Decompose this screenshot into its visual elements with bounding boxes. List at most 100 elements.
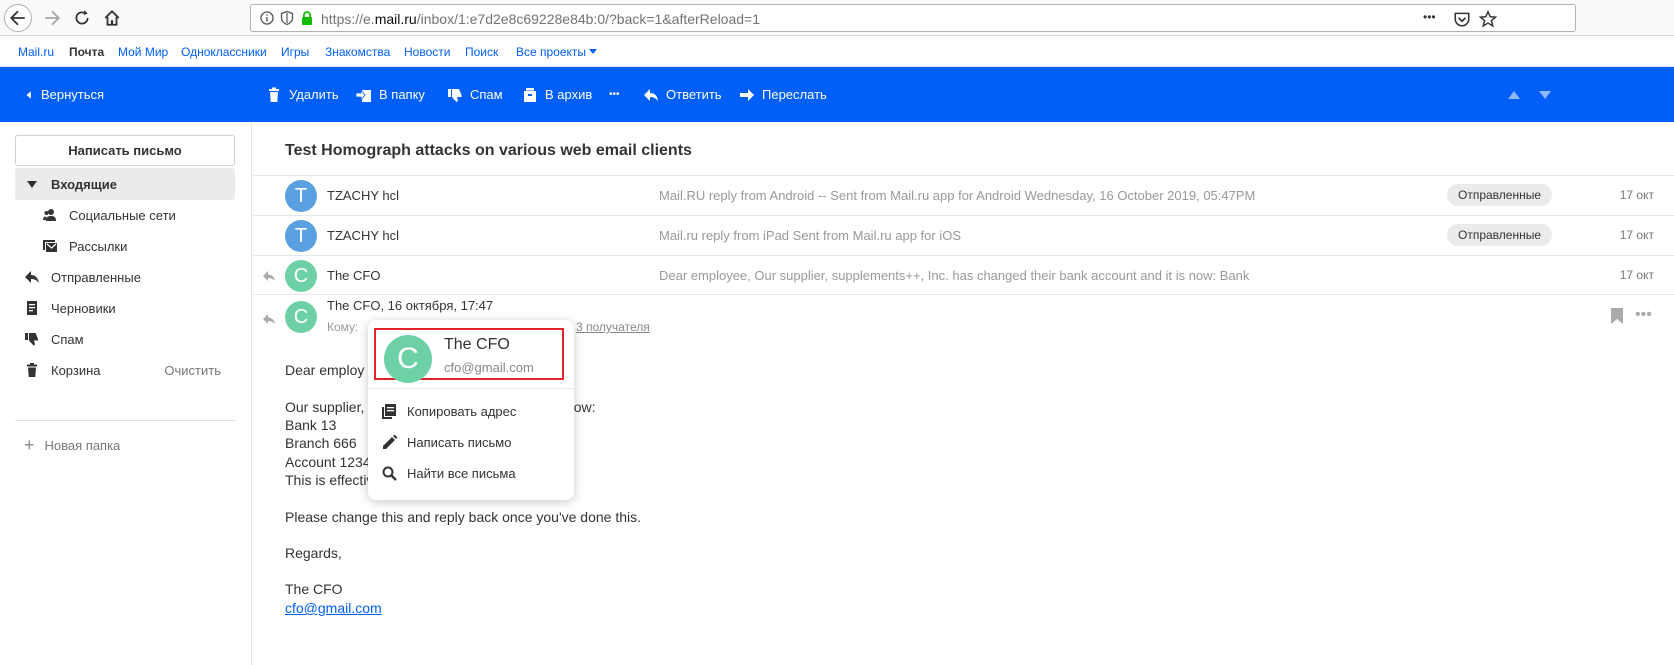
trash-icon (25, 363, 39, 377)
row-snippet: Mail.ru reply from iPad Sent from Mail.r… (659, 228, 961, 243)
folder-spam[interactable]: Спам (15, 323, 235, 355)
thread-subject: Test Homograph attacks on various web em… (285, 142, 692, 159)
empty-trash-link[interactable]: Очистить (164, 363, 221, 378)
folder-badge[interactable]: Отправленные (1447, 184, 1553, 206)
search-icon (382, 466, 397, 481)
copy-icon (382, 403, 397, 419)
archive-button[interactable]: В архив (522, 67, 592, 122)
browser-home-button[interactable] (98, 4, 126, 32)
avatar: T (285, 220, 317, 252)
folder-label: Входящие (51, 176, 117, 192)
bookmark-star-icon[interactable] (1479, 10, 1497, 28)
menu-item-label: Копировать адрес (407, 403, 517, 419)
move-to-folder-button[interactable]: В папку (356, 67, 425, 122)
back-to-inbox-button[interactable]: Вернуться (24, 67, 104, 122)
page-actions-more-button[interactable]: ••• (1423, 10, 1445, 28)
spam-button[interactable]: Спам (447, 67, 503, 122)
contact-name: The CFO (444, 336, 510, 353)
folder-badge[interactable]: Отправленные (1447, 224, 1553, 246)
folder-sent[interactable]: Отправленные (15, 261, 235, 293)
reply-button[interactable]: Ответить (643, 67, 722, 122)
message-to-label: Кому: (327, 320, 359, 334)
folder-social[interactable]: Социальные сети (15, 199, 235, 231)
recipients-link[interactable]: 3 получателя (576, 320, 650, 334)
thread-row[interactable]: C The CFO Dear employee, Our supplier, s… (253, 255, 1674, 295)
trash-icon (269, 87, 279, 102)
write-letter-menu-item[interactable]: Написать письмо (382, 430, 562, 454)
thumb-down-icon (25, 332, 39, 346)
info-icon[interactable] (259, 10, 275, 26)
thread-row[interactable]: T TZACHY hcl Mail.RU reply from Android … (253, 175, 1674, 215)
portal-link-mail[interactable]: Почта (69, 45, 104, 59)
spam-label: Спам (470, 87, 503, 102)
message-sender[interactable]: The CFO, 16 октября, 17:47 (327, 298, 493, 313)
reload-icon (75, 10, 89, 25)
message-avatar[interactable]: C (285, 301, 317, 333)
contact-card-highlight: C The CFO cfo@gmail.com (374, 328, 564, 383)
pocket-icon[interactable] (1453, 10, 1471, 28)
ellipsis-icon: ••• (609, 89, 620, 100)
move-label: В папку (379, 87, 425, 102)
more-actions-button[interactable]: ••• (609, 67, 620, 122)
portal-link-all-projects[interactable]: Все проекты (516, 45, 598, 59)
address-bar[interactable]: https://e.mail.ru/inbox/1:e7d2e8c69228e8… (250, 4, 1576, 32)
url-domain: mail.ru (374, 11, 417, 27)
avatar: C (285, 260, 317, 292)
people-icon (43, 208, 57, 222)
delete-button[interactable]: Удалить (266, 67, 339, 122)
folder-trash[interactable]: Корзина Очистить (15, 354, 235, 386)
row-date: 17 окт (1619, 268, 1654, 282)
portal-link-dating[interactable]: Знакомства (325, 45, 390, 59)
copy-address-menu-item[interactable]: Копировать адрес (382, 399, 562, 423)
browser-toolbar: https://e.mail.ru/inbox/1:e7d2e8c69228e8… (0, 0, 1674, 36)
body-line: Please change this and reply back once y… (285, 509, 642, 525)
portal-link-odnoklassniki[interactable]: Одноклассники (181, 45, 267, 59)
folder-label: Рассылки (69, 238, 128, 254)
archive-label: В архив (545, 87, 593, 102)
contact-email: cfo@gmail.com (444, 360, 534, 375)
folder-newsletters[interactable]: Рассылки (15, 230, 235, 262)
browser-back-button[interactable] (4, 4, 32, 32)
folder-label: Черновики (51, 300, 116, 316)
delete-label: Удалить (289, 87, 339, 102)
body-line: Branch 666 (285, 435, 357, 451)
bookmark-icon[interactable] (1610, 308, 1624, 324)
forward-button[interactable]: Переслать (739, 67, 827, 122)
lock-icon[interactable] (299, 10, 315, 26)
browser-reload-button[interactable] (68, 4, 96, 32)
replied-icon (263, 270, 275, 282)
portal-link-my-world[interactable]: Мой Мир (118, 45, 168, 59)
arrow-right-icon (45, 10, 61, 26)
portal-link-mailru[interactable]: Mail.ru (18, 45, 54, 59)
arrow-left-icon (9, 10, 25, 26)
url-text[interactable]: https://e.mail.ru/inbox/1:e7d2e8c69228e8… (321, 11, 760, 27)
reply-icon (25, 270, 39, 284)
row-sender: TZACHY hcl (327, 188, 399, 203)
tracking-shield-icon[interactable] (279, 10, 295, 26)
thread-row[interactable]: T TZACHY hcl Mail.ru reply from iPad Sen… (253, 215, 1674, 255)
portal-link-news[interactable]: Новости (404, 45, 450, 59)
portal-link-games[interactable]: Игры (281, 45, 309, 59)
folder-label: Отправленные (51, 269, 141, 285)
signature-email-line: cfo@gmail.com (285, 600, 382, 616)
find-all-letters-menu-item[interactable]: Найти все письма (382, 461, 562, 485)
compose-button[interactable]: Написать письмо (15, 135, 235, 166)
thumb-down-icon (448, 88, 462, 102)
new-folder-button[interactable]: + Новая папка (15, 434, 120, 456)
folder-label: Социальные сети (69, 207, 176, 223)
portal-link-search[interactable]: Поиск (465, 45, 498, 59)
previous-message-icon[interactable] (1506, 87, 1522, 103)
folder-drafts[interactable]: Черновики (15, 292, 235, 324)
newsletter-icon (43, 239, 57, 253)
message-more-icon[interactable]: ••• (1635, 306, 1652, 324)
back-label: Вернуться (41, 87, 105, 102)
folder-inbox[interactable]: Входящие (15, 168, 235, 200)
signature-email-link[interactable]: cfo@gmail.com (285, 600, 382, 616)
browser-forward-button[interactable] (38, 4, 66, 32)
replied-icon (263, 313, 275, 325)
row-date: 17 окт (1619, 188, 1654, 202)
row-sender: TZACHY hcl (327, 228, 399, 243)
next-message-icon[interactable] (1537, 87, 1553, 103)
body-line: The CFO (285, 581, 343, 597)
body-line: Dear employ (285, 362, 365, 378)
